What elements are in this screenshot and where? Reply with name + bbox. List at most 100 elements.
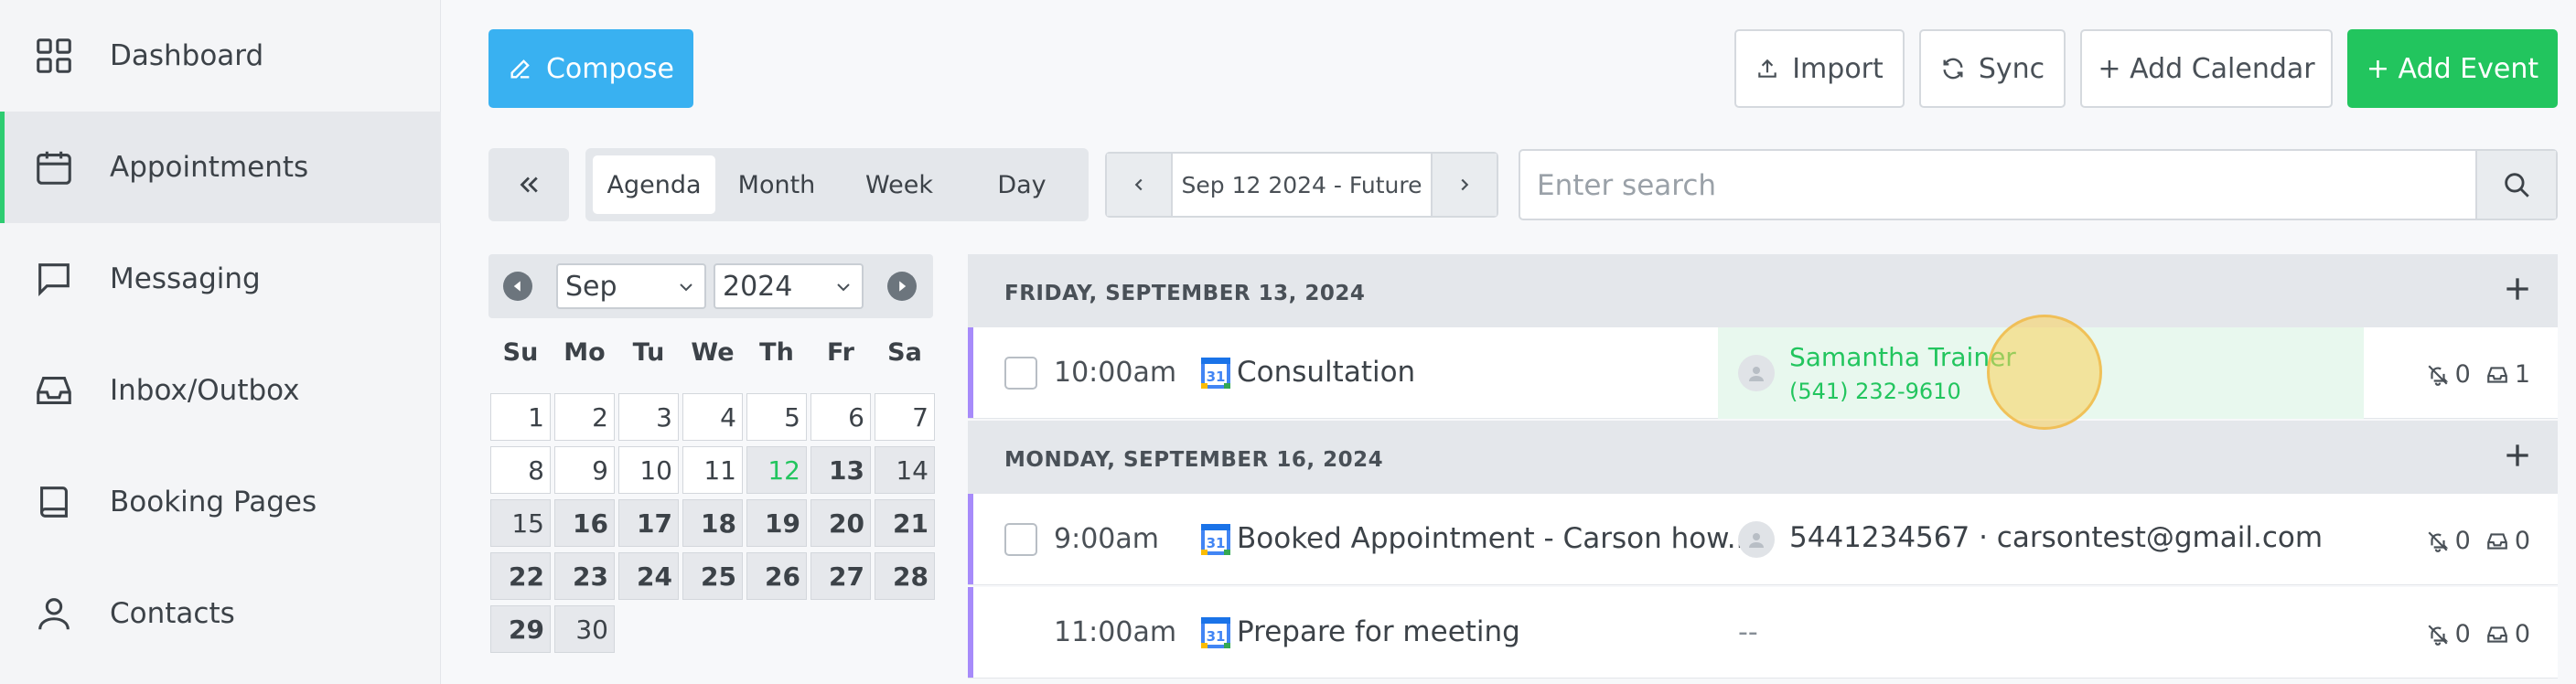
- sidebar-item-inbox-outbox[interactable]: Inbox/Outbox: [0, 335, 441, 446]
- calendar-day[interactable]: 24: [618, 552, 679, 600]
- user-icon: [1749, 533, 1764, 548]
- inbox-icon: [2486, 625, 2507, 643]
- import-button[interactable]: Import: [1734, 29, 1905, 108]
- calendar-day[interactable]: 26: [746, 552, 807, 600]
- sidebar-item-contacts[interactable]: Contacts: [0, 558, 441, 669]
- sidebar-item-label: Inbox/Outbox: [110, 374, 300, 407]
- chevron-down-icon: [680, 283, 692, 292]
- prev-range-button[interactable]: [1107, 154, 1171, 216]
- import-label: Import: [1792, 52, 1884, 85]
- agenda-date-label: FRIDAY, SEPTEMBER 13, 2024: [1004, 282, 1366, 305]
- calendar-day[interactable]: 21: [875, 499, 935, 547]
- calendar-day[interactable]: 2: [554, 393, 615, 441]
- calendar-day[interactable]: 13: [810, 446, 871, 494]
- plus-icon[interactable]: [2499, 271, 2536, 307]
- calendar-icon: [37, 151, 71, 185]
- calendar-day-today[interactable]: 12: [746, 446, 807, 494]
- calendar-day[interactable]: 10: [618, 446, 679, 494]
- calendar-day[interactable]: 15: [490, 499, 551, 547]
- prev-month-button[interactable]: [503, 272, 532, 301]
- calendar-day[interactable]: 29: [490, 605, 551, 653]
- calendar-day[interactable]: 7: [875, 393, 935, 441]
- compose-button[interactable]: Compose: [488, 29, 693, 108]
- event-contact[interactable]: 5441234567 · carsontest@gmail.com: [1718, 494, 2364, 585]
- add-event-button[interactable]: + Add Event: [2347, 29, 2558, 108]
- tab-agenda[interactable]: Agenda: [593, 155, 715, 214]
- weekday-label: Th: [759, 338, 794, 367]
- calendar-day[interactable]: 20: [810, 499, 871, 547]
- weekday-label: Sa: [887, 338, 922, 367]
- calendar-day[interactable]: 11: [682, 446, 743, 494]
- calendar-day[interactable]: 4: [682, 393, 743, 441]
- tab-month[interactable]: Month: [715, 155, 838, 214]
- search-button[interactable]: [2475, 151, 2556, 219]
- sidebar-item-label: Messaging: [110, 262, 261, 295]
- calendar-day[interactable]: 25: [682, 552, 743, 600]
- calendar-day[interactable]: 6: [810, 393, 871, 441]
- year-select[interactable]: 2024: [714, 263, 864, 309]
- sidebar-item-booking-pages[interactable]: Booking Pages: [0, 446, 441, 558]
- weekday-label: Fr: [826, 338, 855, 367]
- mini-calendar-header: Sep 2024: [488, 254, 933, 318]
- agenda-event[interactable]: 10:00am 31 Consultation Samantha Trainer…: [968, 327, 2558, 419]
- contact-phone[interactable]: (541) 232-9610: [1789, 379, 1961, 404]
- contact-details[interactable]: 5441234567 · carsontest@gmail.com: [1789, 521, 2323, 554]
- refresh-icon: [1943, 58, 1963, 80]
- double-chevron-left-icon: [520, 176, 538, 193]
- calendar-day[interactable]: 5: [746, 393, 807, 441]
- calendar-day[interactable]: 23: [554, 552, 615, 600]
- weekday-label: We: [691, 338, 735, 367]
- contact-name[interactable]: Samantha Trainer: [1789, 342, 2016, 372]
- calendar-day[interactable]: 18: [682, 499, 743, 547]
- calendar-day[interactable]: 27: [810, 552, 871, 600]
- event-title: Prepare for meeting: [1237, 615, 1520, 648]
- month-select[interactable]: Sep: [556, 263, 706, 309]
- event-checkbox[interactable]: [1004, 523, 1037, 556]
- inbox-icon: [37, 377, 71, 404]
- agenda-date-header: FRIDAY, SEPTEMBER 13, 2024: [968, 254, 2558, 327]
- inbox-icon: [2486, 366, 2507, 383]
- agenda-list: FRIDAY, SEPTEMBER 13, 2024 10:00am 31 Co…: [968, 254, 2558, 684]
- tab-week[interactable]: Week: [838, 155, 961, 214]
- next-month-button[interactable]: [887, 272, 917, 301]
- sidebar-item-dashboard[interactable]: Dashboard: [0, 0, 441, 112]
- event-title: Booked Appointment - Carson how...: [1237, 522, 1755, 555]
- event-counts: 0 0: [2426, 527, 2530, 555]
- plus-icon[interactable]: [2499, 437, 2536, 474]
- add-calendar-label: + Add Calendar: [2098, 52, 2315, 85]
- search-input[interactable]: Enter search: [1537, 169, 1716, 202]
- add-calendar-button[interactable]: + Add Calendar: [2080, 29, 2333, 108]
- bell-off-icon: [2428, 530, 2448, 552]
- weekday-label: Su: [502, 338, 539, 367]
- chevron-down-icon: [837, 283, 850, 292]
- calendar-day[interactable]: 19: [746, 499, 807, 547]
- agenda-event[interactable]: 9:00am 31 Booked Appointment - Carson ho…: [968, 494, 2558, 585]
- calendar-day[interactable]: 28: [875, 552, 935, 600]
- date-range-nav: Sep 12 2024 - Future: [1105, 152, 1498, 218]
- tab-day[interactable]: Day: [961, 155, 1083, 214]
- weekday-label: Mo: [564, 338, 606, 367]
- cursor-indicator: [1987, 315, 2102, 430]
- calendar-day[interactable]: 30: [554, 605, 615, 653]
- chevron-left-icon: [1134, 178, 1143, 191]
- calendar-day[interactable]: 22: [490, 552, 551, 600]
- calendar-day[interactable]: 16: [554, 499, 615, 547]
- calendar-day[interactable]: 17: [618, 499, 679, 547]
- event-checkbox[interactable]: [1004, 357, 1037, 390]
- weekday-label: Tu: [632, 338, 665, 367]
- sidebar-item-appointments[interactable]: Appointments: [0, 112, 441, 223]
- collapse-sidebar-button[interactable]: [488, 148, 569, 221]
- calendar-day[interactable]: 8: [490, 446, 551, 494]
- calendar-day[interactable]: 1: [490, 393, 551, 441]
- sidebar-item-label: Appointments: [110, 151, 309, 184]
- sidebar-item-label: Booking Pages: [110, 486, 317, 518]
- search-box: Enter search: [1519, 149, 2558, 220]
- sidebar-item-messaging[interactable]: Messaging: [0, 223, 441, 335]
- calendar-day[interactable]: 9: [554, 446, 615, 494]
- calendar-day[interactable]: 3: [618, 393, 679, 441]
- next-range-button[interactable]: [1433, 154, 1497, 216]
- sync-button[interactable]: Sync: [1919, 29, 2066, 108]
- agenda-event[interactable]: 11:00am 31 Prepare for meeting -- 0 0: [968, 587, 2558, 679]
- calendar-day[interactable]: 14: [875, 446, 935, 494]
- google-calendar-icon: 31: [1201, 358, 1230, 389]
